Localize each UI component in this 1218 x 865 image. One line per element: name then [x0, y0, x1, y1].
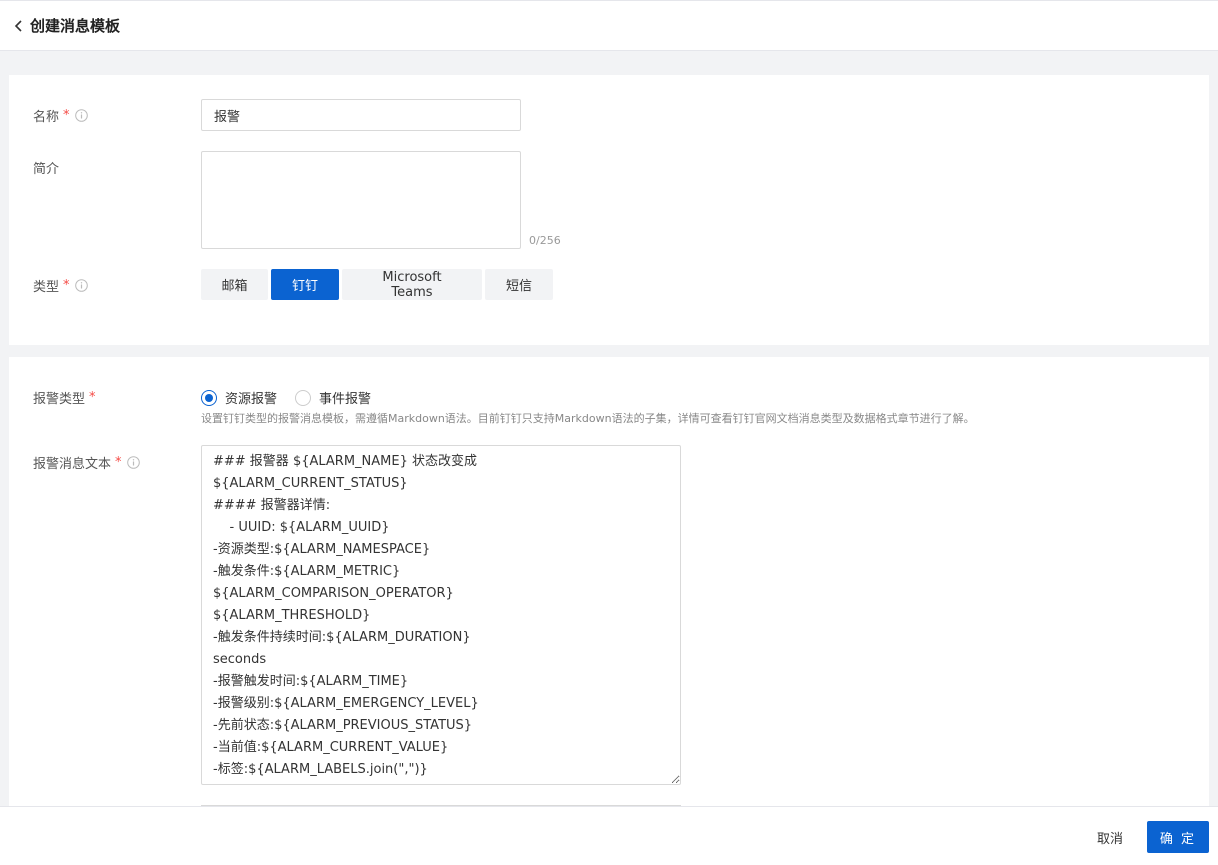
type-selector: 邮箱 钉钉 Microsoft Teams 短信 [201, 269, 553, 300]
char-counter: 0/256 [529, 234, 561, 247]
intro-textarea[interactable] [201, 151, 521, 249]
intro-label: 简介 [33, 162, 60, 177]
info-icon[interactable] [74, 109, 88, 122]
type-option-dingtalk[interactable]: 钉钉 [271, 269, 339, 300]
type-label: 类型 * [33, 276, 88, 295]
alarm-type-radio-group: 资源报警 事件报警 [201, 388, 371, 407]
alarm-settings-card: 报警类型 * 资源报警 事件报警 设置钉钉类型的报警消息模板，需遵循Markdo… [9, 357, 1209, 817]
type-option-sms[interactable]: 短信 [485, 269, 553, 300]
basic-info-card: 名称 * 简介 0/256 类型 * 邮箱 钉钉 Microsoft Teams… [9, 75, 1209, 345]
info-icon[interactable] [126, 456, 140, 469]
cancel-button[interactable]: 取消 [1082, 821, 1138, 853]
info-icon[interactable] [74, 279, 88, 292]
page-title: 创建消息模板 [30, 17, 121, 35]
name-label: 名称 * [33, 106, 88, 125]
radio-checked-icon [201, 389, 217, 406]
message-textarea[interactable]: ### 报警器 ${ALARM_NAME} 状态改变成 ${ALARM_CURR… [201, 445, 681, 785]
header-bar: 创建消息模板 [0, 0, 1218, 51]
alarm-type-label: 报警类型 * [33, 390, 96, 407]
alarm-type-hint: 设置钉钉类型的报警消息模板，需遵循Markdown语法。目前钉钉只支持Markd… [201, 412, 975, 425]
radio-resource-alarm[interactable]: 资源报警 [201, 388, 277, 407]
footer-bar: 取消 确 定 [0, 806, 1218, 865]
radio-event-alarm[interactable]: 事件报警 [295, 388, 371, 407]
type-option-email[interactable]: 邮箱 [201, 269, 268, 300]
name-input[interactable] [201, 99, 521, 131]
message-label: 报警消息文本 * [33, 453, 140, 472]
radio-unchecked-icon [295, 389, 312, 406]
type-option-teams[interactable]: Microsoft Teams [342, 269, 482, 300]
back-arrow-icon[interactable] [12, 19, 26, 33]
confirm-button[interactable]: 确 定 [1147, 821, 1209, 853]
